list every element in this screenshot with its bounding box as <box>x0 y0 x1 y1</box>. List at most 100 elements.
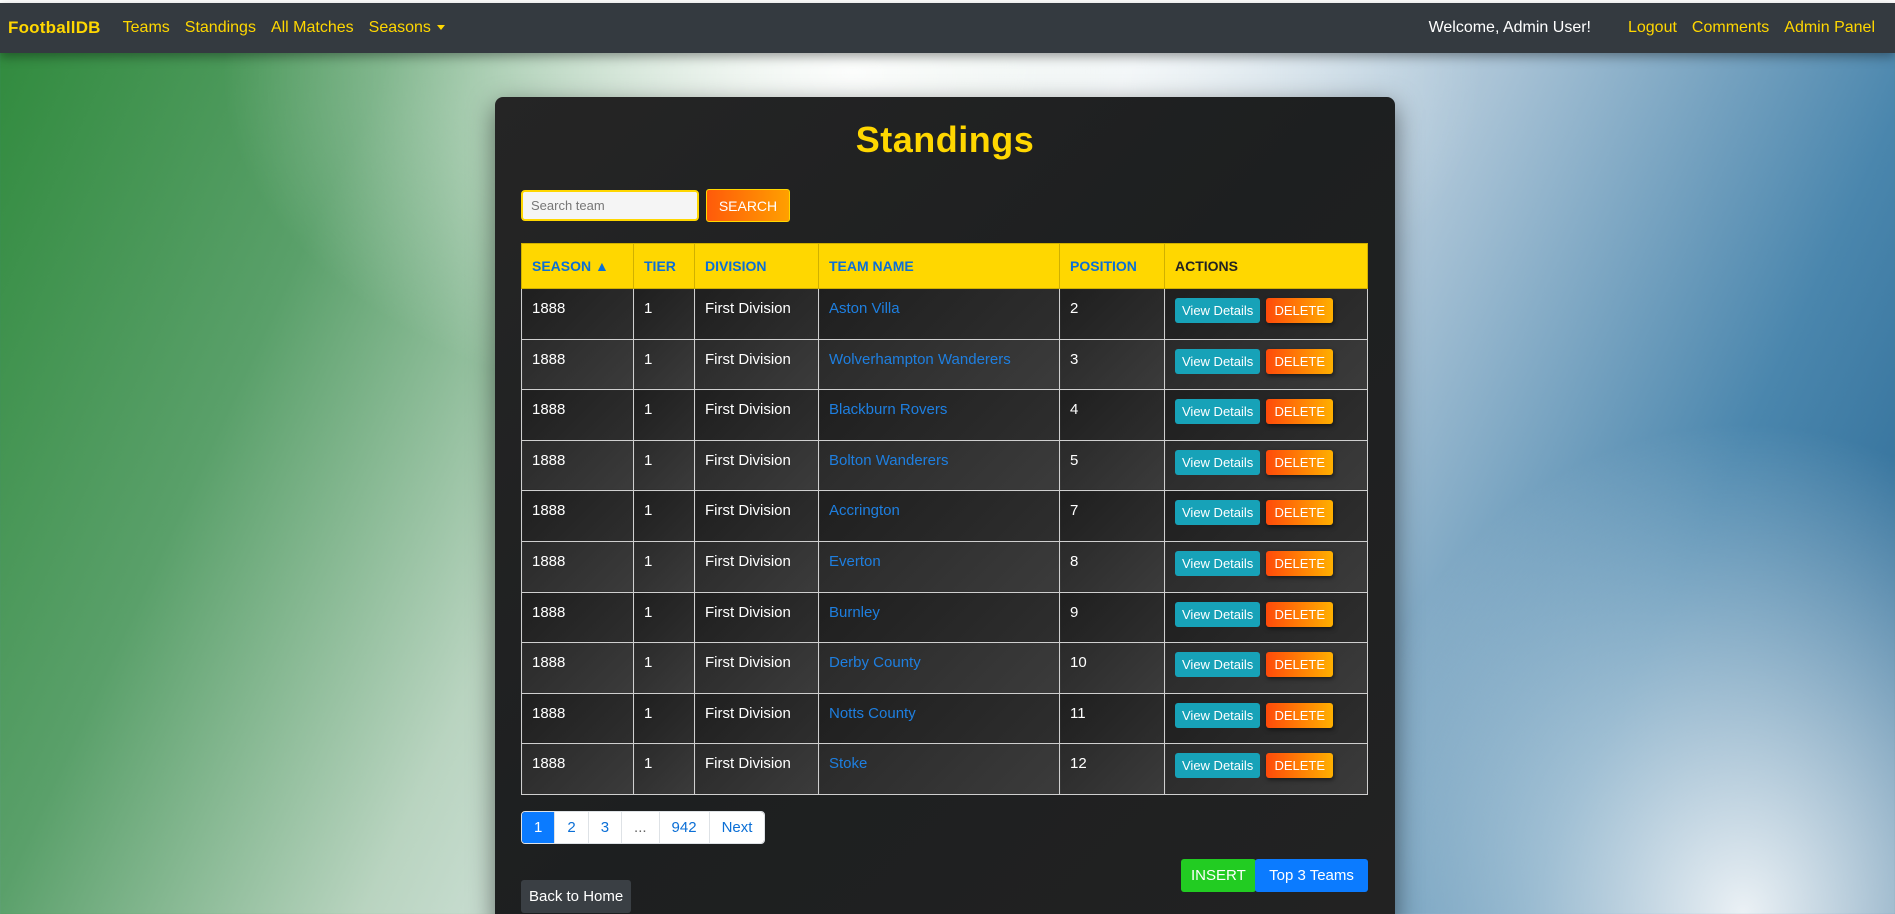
table-row: 1888 1 First Division Bolton Wanderers 5 View… <box>521 439 1368 492</box>
nav-link-standings[interactable]: Standings <box>185 19 256 37</box>
delete-button[interactable]: DELETE <box>1266 652 1334 678</box>
table-row: 1888 1 First Division Everton 8 View Details … <box>521 540 1368 593</box>
view-details-button[interactable]: View Details <box>1175 601 1261 627</box>
view-details-button[interactable]: View Details <box>1175 298 1261 323</box>
view-details-button[interactable]: View Details <box>1175 652 1261 678</box>
admin-panel-link[interactable]: Admin Panel <box>1784 19 1875 37</box>
top-3-teams-button[interactable]: Top 3 Teams <box>1255 859 1368 892</box>
page-link[interactable]: 942 <box>659 812 710 843</box>
table-row: 1888 1 First Division Accrington 7 View Detai… <box>521 490 1368 542</box>
cell-team-link[interactable]: Blackburn Rovers <box>818 389 1060 441</box>
cell-division: First Division <box>694 389 819 441</box>
table-header-row: SEASON ▲ TIER DIVISION TEAM NAME POSITIO… <box>521 243 1368 289</box>
table-row: 1888 1 First Division Blackburn Rovers 4 View… <box>521 389 1368 441</box>
cell-position: 5 <box>1059 439 1165 492</box>
delete-button[interactable]: DELETE <box>1266 550 1334 576</box>
header-position[interactable]: POSITION <box>1059 243 1165 289</box>
back-to-home-button[interactable]: Back to Home <box>521 880 632 913</box>
cell-actions: View Details DELETE <box>1164 692 1368 745</box>
nav-right: Welcome, Admin User! Logout Comments Adm… <box>1429 19 1875 37</box>
cell-division: First Division <box>694 642 819 694</box>
page-link[interactable]: 2 <box>555 812 589 843</box>
header-team-name[interactable]: TEAM NAME <box>818 243 1060 289</box>
cell-tier: 1 <box>633 439 695 492</box>
view-details-button[interactable]: View Details <box>1175 449 1261 475</box>
delete-button[interactable]: DELETE <box>1266 348 1334 374</box>
delete-button[interactable]: DELETE <box>1266 601 1334 627</box>
table-body: 1888 1 First Division Aston Villa 2 View Deta… <box>521 288 1368 795</box>
cell-tier: 1 <box>633 540 695 593</box>
logout-link[interactable]: Logout <box>1628 19 1677 37</box>
cell-division: First Division <box>694 490 819 542</box>
header-actions: ACTIONS <box>1164 243 1368 289</box>
cell-position: 4 <box>1059 389 1165 441</box>
view-details-button[interactable]: View Details <box>1175 348 1261 374</box>
cell-tier: 1 <box>633 338 695 391</box>
cell-team-link[interactable]: Everton <box>818 540 1060 593</box>
cell-tier: 1 <box>633 642 695 694</box>
cell-division: First Division <box>694 288 819 340</box>
cell-actions: View Details DELETE <box>1164 591 1368 644</box>
cell-season: 1888 <box>521 288 634 340</box>
delete-button[interactable]: DELETE <box>1266 449 1334 475</box>
cell-division: First Division <box>694 338 819 391</box>
delete-button[interactable]: DELETE <box>1266 753 1334 779</box>
page-ellipsis: ... <box>622 812 660 843</box>
cell-season: 1888 <box>521 439 634 492</box>
nav-link-all-matches[interactable]: All Matches <box>271 19 354 37</box>
page-title: Standings <box>855 119 1035 160</box>
cell-team-link[interactable]: Accrington <box>818 490 1060 542</box>
cell-actions: View Details DELETE <box>1164 743 1368 795</box>
cell-season: 1888 <box>521 743 634 795</box>
welcome-text: Welcome, Admin User! <box>1428 19 1591 36</box>
header-division[interactable]: DIVISION <box>694 243 819 289</box>
standings-card: Standings SEARCH SEASON ▲ TIER DIVISION … <box>495 97 1395 914</box>
page-link[interactable]: 3 <box>588 812 623 843</box>
standings-table: SEASON ▲ TIER DIVISION TEAM NAME POSITIO… <box>521 243 1368 795</box>
cell-team-link[interactable]: Notts County <box>818 692 1060 745</box>
search-input[interactable] <box>521 190 699 221</box>
cell-position: 7 <box>1059 490 1165 542</box>
nav-link-teams[interactable]: Teams <box>123 19 170 37</box>
view-details-button[interactable]: View Details <box>1175 399 1261 425</box>
table-row: 1888 1 First Division Aston Villa 2 View Deta… <box>521 288 1368 340</box>
cell-team-link[interactable]: Wolverhampton Wanderers <box>818 338 1060 391</box>
cell-tier: 1 <box>633 389 695 441</box>
view-details-button[interactable]: View Details <box>1175 753 1261 779</box>
cell-position: 8 <box>1059 540 1165 593</box>
cell-division: First Division <box>694 540 819 593</box>
cell-division: First Division <box>694 439 819 492</box>
delete-button[interactable]: DELETE <box>1266 298 1334 323</box>
delete-button[interactable]: DELETE <box>1266 500 1334 526</box>
page-link[interactable]: 1 <box>522 812 556 843</box>
cell-team-link[interactable]: Burnley <box>818 591 1060 644</box>
delete-button[interactable]: DELETE <box>1266 399 1334 425</box>
seasons-dropdown[interactable]: Seasons <box>369 19 445 37</box>
cell-team-link[interactable]: Bolton Wanderers <box>818 439 1060 492</box>
delete-button[interactable]: DELETE <box>1266 702 1334 728</box>
cell-position: 11 <box>1059 692 1165 745</box>
cell-team-link[interactable]: Aston Villa <box>818 288 1060 340</box>
header-tier[interactable]: TIER <box>633 243 695 289</box>
view-details-button[interactable]: View Details <box>1175 550 1261 576</box>
cell-division: First Division <box>694 743 819 795</box>
cell-tier: 1 <box>633 743 695 795</box>
cell-season: 1888 <box>521 591 634 644</box>
header-season[interactable]: SEASON ▲ <box>521 243 634 289</box>
cell-team-link[interactable]: Derby County <box>818 642 1060 694</box>
view-details-button[interactable]: View Details <box>1175 702 1261 728</box>
cell-tier: 1 <box>633 288 695 340</box>
cell-tier: 1 <box>633 692 695 745</box>
view-details-button[interactable]: View Details <box>1175 500 1261 526</box>
brand-logo[interactable]: FootballDB <box>8 18 101 38</box>
cell-season: 1888 <box>521 338 634 391</box>
cell-season: 1888 <box>521 490 634 542</box>
page-next[interactable]: Next <box>709 812 765 843</box>
comments-link[interactable]: Comments <box>1692 19 1769 37</box>
search-button[interactable]: SEARCH <box>706 189 790 222</box>
pagination: 1 2 3... 942 Next <box>521 811 766 844</box>
navbar: FootballDB Teams Standings All Matches S… <box>0 3 1895 53</box>
insert-button[interactable]: INSERT <box>1181 859 1256 892</box>
cell-team-link[interactable]: Stoke <box>818 743 1060 795</box>
cell-position: 10 <box>1059 642 1165 694</box>
